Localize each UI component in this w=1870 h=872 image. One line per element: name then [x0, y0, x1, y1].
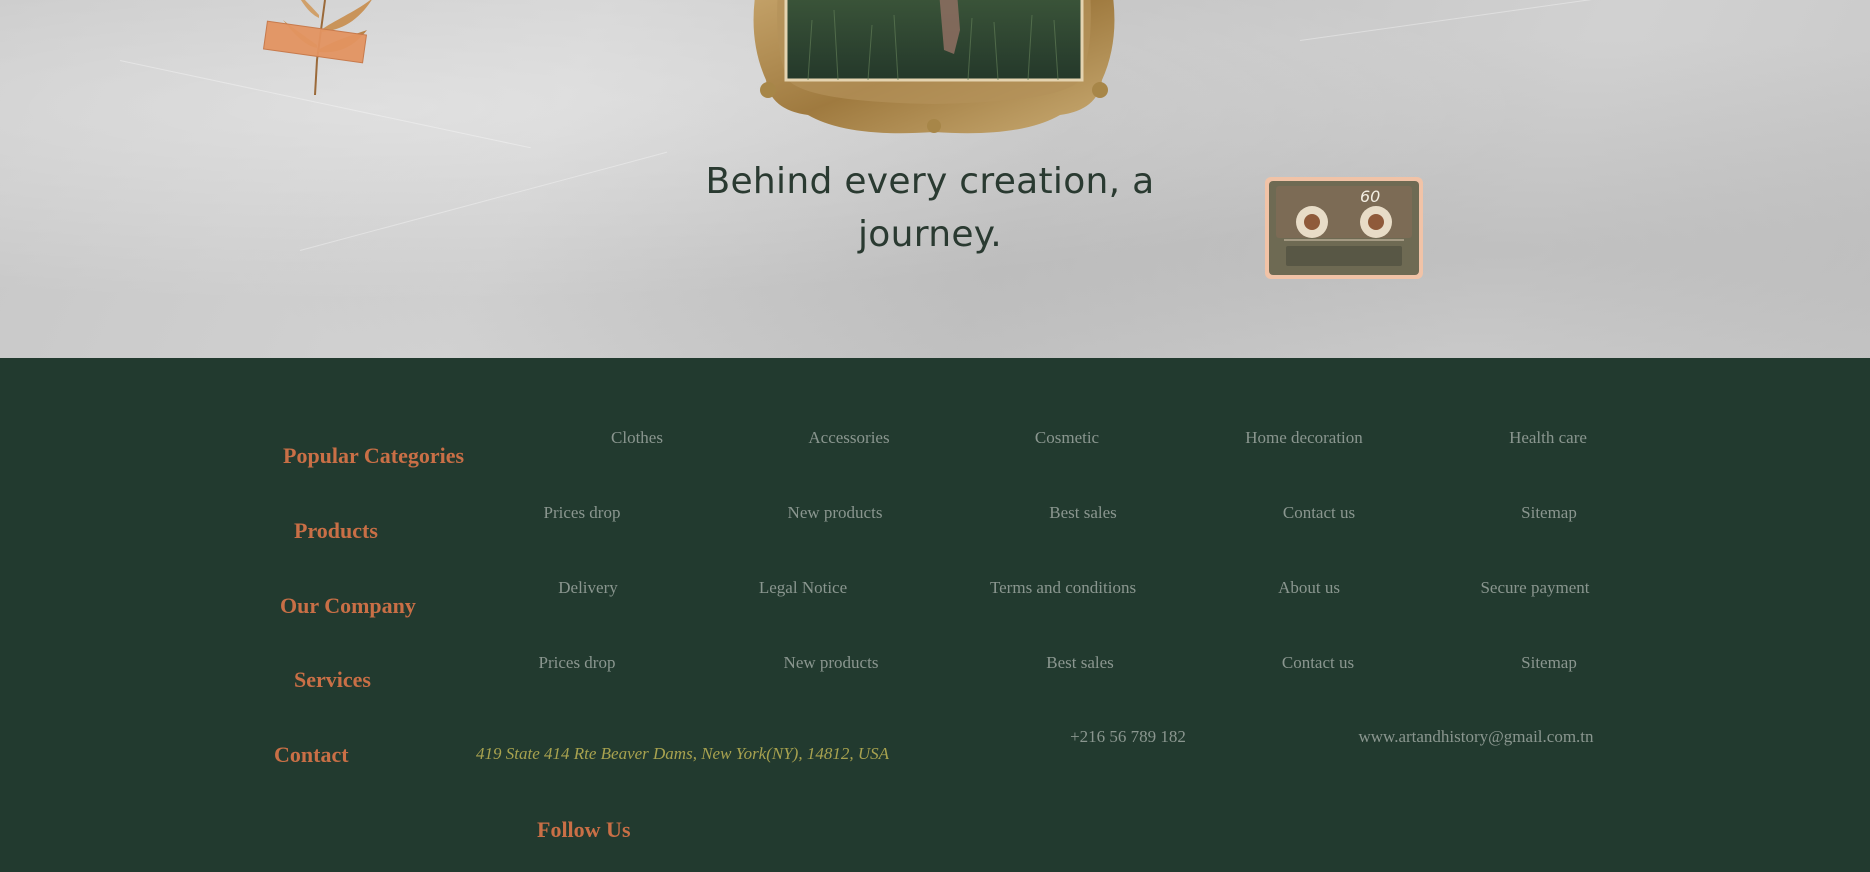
- footer-link-contact-us[interactable]: Contact us: [1283, 503, 1355, 523]
- footer-link-prices-drop[interactable]: Prices drop: [539, 653, 616, 673]
- heading-contact: Contact: [274, 742, 349, 767]
- heading-services: Services: [294, 667, 371, 692]
- heading-products: Products: [294, 518, 378, 543]
- contact-address: 419 State 414 Rte Beaver Dams, New York(…: [476, 744, 890, 763]
- footer-link-terms-and-conditions[interactable]: Terms and conditions: [990, 578, 1136, 598]
- contact-phone[interactable]: +216 56 789 182: [1070, 727, 1186, 747]
- cassette-tape-sticker: 60: [1265, 177, 1423, 279]
- paper-crease: [299, 151, 668, 251]
- tagline-line-1: Behind every creation, a: [705, 161, 1155, 202]
- footer-link-about-us[interactable]: About us: [1278, 578, 1340, 598]
- footer-link-clothes[interactable]: Clothes: [611, 428, 663, 448]
- heading-our-company: Our Company: [280, 593, 416, 618]
- footer-link-new-products[interactable]: New products: [784, 653, 879, 673]
- footer-link-health-care[interactable]: Health care: [1509, 428, 1587, 448]
- hero-tagline: Behind every creation, a journey.: [620, 155, 1240, 261]
- footer-link-contact-us[interactable]: Contact us: [1282, 653, 1354, 673]
- hero-section: Behind every creation, a journey. 60: [0, 0, 1870, 358]
- tagline-line-2: journey.: [858, 214, 1002, 255]
- footer-link-sitemap[interactable]: Sitemap: [1521, 503, 1577, 523]
- footer-link-cosmetic[interactable]: Cosmetic: [1035, 428, 1099, 448]
- contact-email[interactable]: www.artandhistory@gmail.com.tn: [1358, 727, 1593, 747]
- footer-link-sitemap[interactable]: Sitemap: [1521, 653, 1577, 673]
- heading-popular-categories: Popular Categories: [283, 443, 465, 468]
- ornate-picture-frame: [753, 0, 1115, 134]
- footer-link-home-decoration[interactable]: Home decoration: [1245, 428, 1363, 448]
- footer-link-new-products[interactable]: New products: [788, 503, 883, 523]
- cassette-label: 60: [1360, 187, 1380, 206]
- footer-link-legal-notice[interactable]: Legal Notice: [759, 578, 847, 598]
- site-footer: Popular Categories Products Our Company …: [0, 358, 1870, 872]
- heading-follow-us: Follow Us: [537, 817, 631, 842]
- footer-link-best-sales[interactable]: Best sales: [1046, 653, 1114, 673]
- paper-crease: [1299, 0, 1796, 41]
- footer-link-best-sales[interactable]: Best sales: [1049, 503, 1117, 523]
- dried-plant-sticker: [262, 0, 372, 96]
- footer-link-accessories[interactable]: Accessories: [808, 428, 889, 448]
- footer-link-prices-drop[interactable]: Prices drop: [544, 503, 621, 523]
- footer-link-secure-payment[interactable]: Secure payment: [1480, 578, 1589, 598]
- footer-link-delivery[interactable]: Delivery: [558, 578, 617, 598]
